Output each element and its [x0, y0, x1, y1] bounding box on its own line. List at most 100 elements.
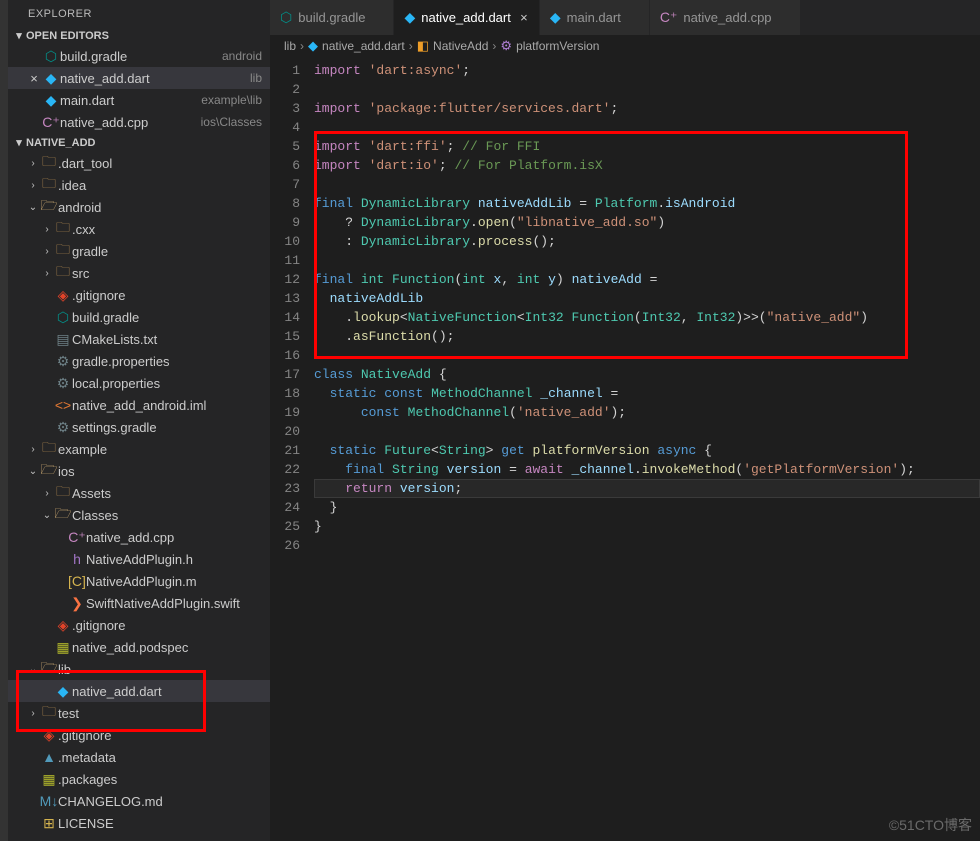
- markdown-icon: M↓: [40, 793, 58, 809]
- tree-item-label: .cxx: [72, 222, 262, 237]
- tab[interactable]: ◆native_add.dart×: [394, 0, 539, 35]
- folder-item[interactable]: ›🗀.dart_tool: [8, 152, 270, 174]
- file-item[interactable]: hNativeAddPlugin.h: [8, 548, 270, 570]
- file-item[interactable]: M↓CHANGELOG.md: [8, 790, 270, 812]
- breadcrumb-seg[interactable]: NativeAdd: [433, 39, 488, 53]
- breadcrumb-seg[interactable]: native_add.dart: [322, 39, 405, 53]
- tab[interactable]: ◆main.dart: [540, 0, 650, 35]
- file-item[interactable]: ▤CMakeLists.txt: [8, 328, 270, 350]
- folder-item[interactable]: ›🗀src: [8, 262, 270, 284]
- code-line[interactable]: [314, 251, 980, 270]
- code-content[interactable]: import 'dart:async'; import 'package:flut…: [314, 61, 980, 841]
- code-line[interactable]: import 'package:flutter/services.dart';: [314, 99, 980, 118]
- breadcrumb-seg[interactable]: lib: [284, 39, 296, 53]
- open-editors-header[interactable]: ▾ OPEN EDITORS: [8, 26, 270, 45]
- folder-item[interactable]: ⌄🗁lib: [8, 658, 270, 680]
- file-item[interactable]: ▦native_add.podspec: [8, 636, 270, 658]
- code-line[interactable]: ? DynamicLibrary.open("libnative_add.so"…: [314, 213, 980, 232]
- code-line[interactable]: final String version = await _channel.in…: [314, 460, 980, 479]
- code-line[interactable]: [314, 118, 980, 137]
- code-line[interactable]: static const MethodChannel _channel =: [314, 384, 980, 403]
- chevron-right-icon: ›: [300, 39, 304, 53]
- folder-item[interactable]: ›🗀gradle: [8, 240, 270, 262]
- git-icon: ◈: [54, 287, 72, 304]
- file-item[interactable]: ⚙settings.gradle: [8, 416, 270, 438]
- code-line[interactable]: static Future<String> get platformVersio…: [314, 441, 980, 460]
- file-item[interactable]: ⬡build.gradle: [8, 306, 270, 328]
- code-line[interactable]: }: [314, 517, 980, 536]
- file-item[interactable]: ◆native_add.dart: [8, 680, 270, 702]
- tab-label: native_add.cpp: [683, 10, 771, 25]
- folder-item[interactable]: ›🗀test: [8, 702, 270, 724]
- cpp-icon: C⁺: [660, 9, 678, 26]
- code-line[interactable]: [314, 536, 980, 555]
- open-editor-item[interactable]: C⁺native_add.cppios\Classes: [8, 111, 270, 133]
- code-line[interactable]: return version;: [314, 479, 980, 498]
- code-line[interactable]: .asFunction();: [314, 327, 980, 346]
- open-editor-item[interactable]: ×◆native_add.dartlib: [8, 67, 270, 89]
- file-item[interactable]: ❯SwiftNativeAddPlugin.swift: [8, 592, 270, 614]
- tree-item-label: native_add_android.iml: [72, 398, 262, 413]
- project-header[interactable]: ▾ NATIVE_ADD: [8, 133, 270, 152]
- tree-item-label: SwiftNativeAddPlugin.swift: [86, 596, 262, 611]
- code-line[interactable]: nativeAddLib: [314, 289, 980, 308]
- tree-item-label: local.properties: [72, 376, 262, 391]
- code-line[interactable]: }: [314, 498, 980, 517]
- folder-item[interactable]: ›🗀example: [8, 438, 270, 460]
- file-item[interactable]: <>native_add_android.iml: [8, 394, 270, 416]
- file-item[interactable]: C⁺native_add.cpp: [8, 526, 270, 548]
- folder-item[interactable]: ›🗀.cxx: [8, 218, 270, 240]
- code-line[interactable]: class NativeAdd {: [314, 365, 980, 384]
- chevron-down-icon: ⌄: [40, 510, 54, 521]
- file-item[interactable]: ◈.gitignore: [8, 284, 270, 306]
- code-editor[interactable]: 1234567891011121314151617181920212223242…: [270, 57, 980, 841]
- file-item[interactable]: ◈.gitignore: [8, 724, 270, 746]
- file-tree: ›🗀.dart_tool›🗀.idea⌄🗁android›🗀.cxx›🗀grad…: [8, 152, 270, 834]
- file-item[interactable]: ▦.packages: [8, 768, 270, 790]
- gradle-icon: ⬡: [42, 48, 60, 65]
- code-line[interactable]: final DynamicLibrary nativeAddLib = Plat…: [314, 194, 980, 213]
- tree-item-label: .metadata: [58, 750, 262, 765]
- code-line[interactable]: : DynamicLibrary.process();: [314, 232, 980, 251]
- file-item[interactable]: [C]NativeAddPlugin.m: [8, 570, 270, 592]
- folder-item[interactable]: ⌄🗁ios: [8, 460, 270, 482]
- breadcrumb[interactable]: lib › ◆ native_add.dart › ◧ NativeAdd › …: [270, 35, 980, 57]
- close-icon[interactable]: ×: [517, 10, 531, 25]
- code-line[interactable]: import 'dart:ffi'; // For FFI: [314, 137, 980, 156]
- folder-item[interactable]: ⌄🗁android: [8, 196, 270, 218]
- editor-file-label: build.gradle: [60, 49, 218, 64]
- chevron-right-icon: ›: [26, 158, 40, 169]
- folder-item[interactable]: ⌄🗁Classes: [8, 504, 270, 526]
- tree-item-label: NativeAddPlugin.h: [86, 552, 262, 567]
- file-item[interactable]: ⚙gradle.properties: [8, 350, 270, 372]
- tree-item-label: src: [72, 266, 262, 281]
- code-line[interactable]: [314, 175, 980, 194]
- objc-icon: [C]: [68, 573, 86, 589]
- folder-item[interactable]: ›🗀Assets: [8, 482, 270, 504]
- code-line[interactable]: import 'dart:io'; // For Platform.isX: [314, 156, 980, 175]
- code-line[interactable]: final int Function(int x, int y) nativeA…: [314, 270, 980, 289]
- tree-item-label: settings.gradle: [72, 420, 262, 435]
- tab[interactable]: C⁺ native_add.cpp: [650, 0, 801, 35]
- file-item[interactable]: ▲.metadata: [8, 746, 270, 768]
- file-item[interactable]: ⚙local.properties: [8, 372, 270, 394]
- project-label: NATIVE_ADD: [26, 137, 95, 149]
- code-line[interactable]: [314, 80, 980, 99]
- code-line[interactable]: [314, 346, 980, 365]
- chevron-right-icon: ›: [40, 224, 54, 235]
- code-line[interactable]: import 'dart:async';: [314, 61, 980, 80]
- open-editor-item[interactable]: ⬡build.gradleandroid: [8, 45, 270, 67]
- code-line[interactable]: const MethodChannel('native_add');: [314, 403, 980, 422]
- chevron-right-icon: ›: [40, 268, 54, 279]
- file-item[interactable]: ◈.gitignore: [8, 614, 270, 636]
- chevron-down-icon: ▾: [12, 136, 26, 149]
- breadcrumb-seg[interactable]: platformVersion: [516, 39, 599, 53]
- tab[interactable]: ⬡build.gradle: [270, 0, 394, 35]
- file-item[interactable]: ⊞LICENSE: [8, 812, 270, 834]
- tab-bar: ⬡build.gradle◆native_add.dart×◆main.dart…: [270, 0, 980, 35]
- close-icon[interactable]: ×: [26, 71, 42, 86]
- code-line[interactable]: .lookup<NativeFunction<Int32 Function(In…: [314, 308, 980, 327]
- folder-item[interactable]: ›🗀.idea: [8, 174, 270, 196]
- code-line[interactable]: [314, 422, 980, 441]
- open-editor-item[interactable]: ◆main.dartexample\lib: [8, 89, 270, 111]
